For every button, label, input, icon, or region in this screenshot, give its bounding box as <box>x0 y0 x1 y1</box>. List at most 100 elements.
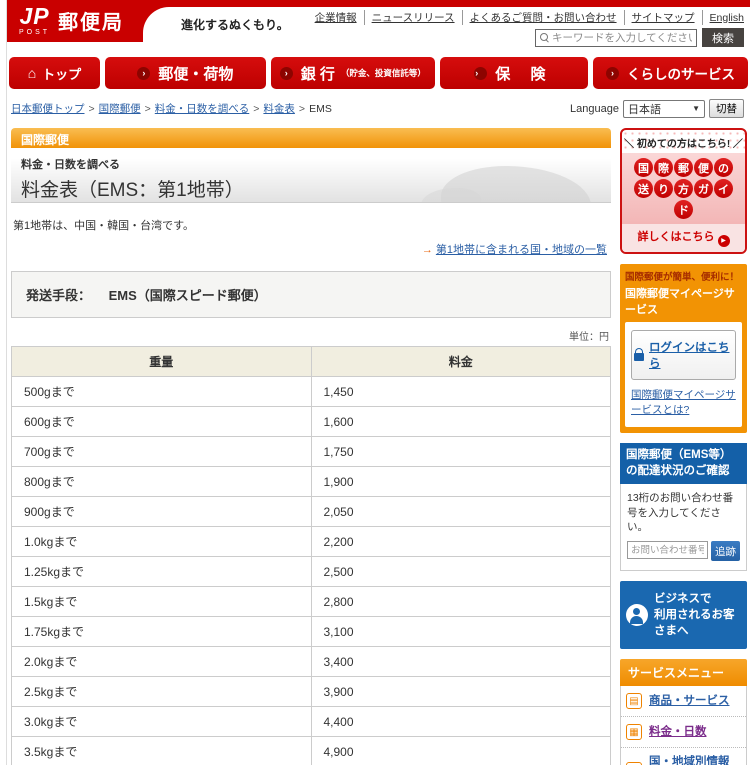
fee-cell: 1,600 <box>311 407 611 437</box>
table-row: 700gまで1,750 <box>12 437 611 467</box>
guide-banner-line1: ＼ 初めての方はこちら! ／ <box>622 130 745 153</box>
category-bar: 国際郵便 <box>11 128 611 148</box>
tracking-form: 追跡 <box>627 541 740 561</box>
mypage-title: 国際郵便マイページサービス <box>625 285 742 317</box>
menu-item-products[interactable]: ▤ 商品・サービス <box>621 686 746 717</box>
menu-item-country-info[interactable]: ◉ 国・地域別情報 国際郵便条件表 <box>621 748 746 765</box>
lock-icon <box>634 353 644 361</box>
page-title: 料金表（EMS：第1地帯） <box>21 175 601 202</box>
weight-cell: 2.0kgまで <box>12 647 312 677</box>
tracking-note: 13桁のお問い合わせ番号を入力してください。 <box>627 491 740 535</box>
menu-item-rates-days[interactable]: ▦ 料金・日数 <box>621 717 746 748</box>
business-customers-banner[interactable]: ビジネスで 利用されるお客さまへ <box>620 581 747 649</box>
fee-cell: 2,500 <box>311 557 611 587</box>
utility-link-english[interactable]: English <box>703 12 744 24</box>
rate-table-header-row: 重量 料金 <box>12 347 611 377</box>
fee-cell: 3,900 <box>311 677 611 707</box>
col-header-weight: 重量 <box>12 347 312 377</box>
nav-tab-top[interactable]: ⌂ トップ <box>9 57 100 89</box>
breadcrumb-link-rates-days[interactable]: 料金・日数を調べる <box>155 101 250 116</box>
table-row: 1.0kgまで2,200 <box>12 527 611 557</box>
person-icon <box>626 604 648 626</box>
language-select[interactable]: 日本語 ▼ <box>623 100 705 118</box>
weight-cell: 3.0kgまで <box>12 707 312 737</box>
jp-logo-icon: JP POST <box>19 5 50 36</box>
fee-cell: 3,400 <box>311 647 611 677</box>
fee-cell: 1,450 <box>311 377 611 407</box>
unit-note: 単位：円 <box>11 328 609 343</box>
service-menu: サービスメニュー ▤ 商品・サービス ▦ 料金・日数 ◉ 国・地域別情報 <box>620 659 747 765</box>
guide-banner-more[interactable]: 詳しくはこちら▶ <box>622 224 745 252</box>
col-header-fee: 料金 <box>311 347 611 377</box>
sidebar: ＼ 初めての方はこちら! ／ 国際郵便の 送り方ガイド 詳しくはこちら▶ 国際郵… <box>620 128 747 765</box>
service-menu-body: ▤ 商品・サービス ▦ 料金・日数 ◉ 国・地域別情報 国際郵便条件表 <box>620 686 747 765</box>
breadcrumb: 日本郵便トップ> 国際郵便> 料金・日数を調べる> 料金表> EMS <box>11 101 332 116</box>
tracking-body: 13桁のお問い合わせ番号を入力してください。 追跡 <box>620 484 747 571</box>
table-row: 1.75kgまで3,100 <box>12 617 611 647</box>
chevron-circle-icon: › <box>606 67 619 80</box>
title-banner: 料金・日数を調べる 料金表（EMS：第1地帯） <box>11 148 611 203</box>
weight-cell: 600gまで <box>12 407 312 437</box>
language-switch-button[interactable]: 切替 <box>709 99 744 118</box>
nav-tab-life-services[interactable]: › くらしのサービス <box>593 57 748 89</box>
mypage-catchcopy: 国際郵便が簡単、便利に！ <box>625 269 742 283</box>
fee-cell: 2,050 <box>311 497 611 527</box>
search-input[interactable] <box>552 32 692 44</box>
breadcrumb-link-home[interactable]: 日本郵便トップ <box>11 101 85 116</box>
rate-table: 重量 料金 500gまで1,450 600gまで1,600 700gまで1,75… <box>11 346 611 765</box>
zone-countries-link[interactable]: 第1地帯に含まれる国・地域の一覧 <box>436 244 607 256</box>
shipping-guide-banner[interactable]: ＼ 初めての方はこちら! ／ 国際郵便の 送り方ガイド 詳しくはこちら▶ <box>620 128 747 254</box>
nav-tab-mail-parcels[interactable]: › 郵便・荷物 <box>105 57 266 89</box>
arrow-right-icon: → <box>422 244 433 256</box>
table-row: 2.0kgまで3,400 <box>12 647 611 677</box>
rates-icon: ▦ <box>626 724 642 740</box>
utility-link-corporate[interactable]: 企業情報 <box>308 10 365 25</box>
mypage-about-link[interactable]: 国際郵便マイページサービスとは? <box>631 388 736 420</box>
weight-cell: 1.75kgまで <box>12 617 312 647</box>
chevron-circle-icon: › <box>474 67 487 80</box>
language-switcher: Language 日本語 ▼ 切替 <box>570 99 744 118</box>
table-row: 1.25kgまで2,500 <box>12 557 611 587</box>
shipping-method-box: 発送手段： EMS（国際スピード郵便） <box>11 271 611 318</box>
content-column: 国際郵便 料金・日数を調べる 料金表（EMS：第1地帯） 第1地帯は、中国・韓国… <box>11 128 611 765</box>
search-icon <box>540 33 549 42</box>
page-subtitle: 料金・日数を調べる <box>21 156 601 172</box>
guide-banner-line2: 国際郵便の <box>625 157 742 178</box>
business-label: ビジネスで 利用されるお客さまへ <box>654 591 741 639</box>
chevron-circle-icon: › <box>137 67 150 80</box>
search-button[interactable]: 検索 <box>702 28 744 47</box>
mypage-service-box: 国際郵便が簡単、便利に！ 国際郵便マイページサービス ログインはこちら 国際郵便… <box>620 264 747 434</box>
search-field <box>535 29 697 47</box>
fee-cell: 3,100 <box>311 617 611 647</box>
jp-post-logo[interactable]: JP POST 郵便局 <box>19 5 124 36</box>
utility-link-sitemap[interactable]: サイトマップ <box>625 10 703 25</box>
table-row: 2.5kgまで3,900 <box>12 677 611 707</box>
weight-cell: 900gまで <box>12 497 312 527</box>
table-row: 3.0kgまで4,400 <box>12 707 611 737</box>
track-button[interactable]: 追跡 <box>711 541 740 561</box>
method-label: 発送手段： <box>26 288 91 303</box>
tracking-box: 国際郵便（EMS等）の配達状況のご確認 13桁のお問い合わせ番号を入力してくださ… <box>620 443 747 571</box>
table-row: 800gまで1,900 <box>12 467 611 497</box>
weight-cell: 2.5kgまで <box>12 677 312 707</box>
method-value: EMS（国際スピード郵便） <box>109 288 267 303</box>
nav-tab-insurance[interactable]: › 保 険 <box>440 57 588 89</box>
mypage-inner: ログインはこちら 国際郵便マイページサービスとは? <box>625 322 742 428</box>
zone-description: 第1地帯は、中国・韓国・台湾です。 <box>13 217 611 233</box>
zone-link-row: →第1地帯に含まれる国・地域の一覧 <box>11 241 607 257</box>
breadcrumb-link-rate-table[interactable]: 料金表 <box>263 101 295 116</box>
weight-cell: 500gまで <box>12 377 312 407</box>
weight-cell: 800gまで <box>12 467 312 497</box>
service-menu-header: サービスメニュー <box>620 659 747 686</box>
tracking-number-input[interactable] <box>627 541 708 559</box>
searchbar: 検索 <box>535 28 744 47</box>
fee-cell: 4,400 <box>311 707 611 737</box>
guide-banner-circles: 国際郵便の 送り方ガイド <box>622 153 745 224</box>
utility-link-news[interactable]: ニュースリリース <box>365 10 463 25</box>
login-button[interactable]: ログインはこちら <box>631 330 736 380</box>
utility-link-faq[interactable]: よくあるご質問・お問い合わせ <box>463 10 625 25</box>
fee-cell: 2,200 <box>311 527 611 557</box>
tagline: 進化するぬくもり。 <box>181 16 289 33</box>
nav-tab-bank[interactable]: › 銀 行 （貯金、投資信託等） <box>271 57 435 89</box>
breadcrumb-link-int-mail[interactable]: 国際郵便 <box>99 101 141 116</box>
